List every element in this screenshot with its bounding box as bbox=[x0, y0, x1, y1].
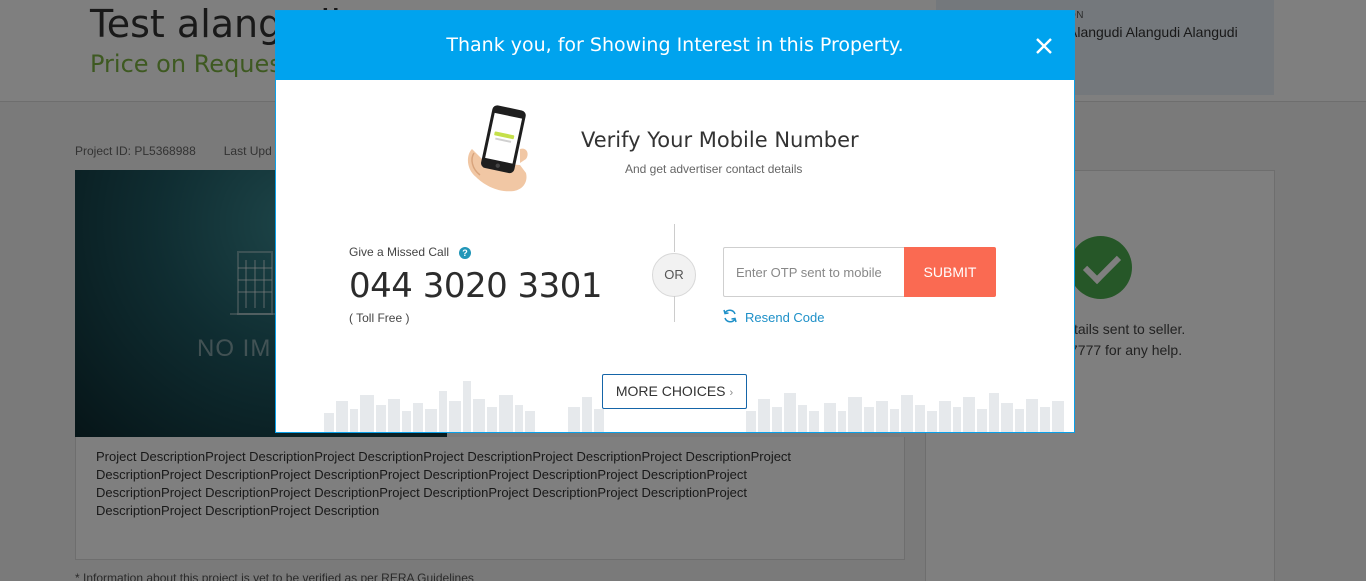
interest-modal: Thank you, for Showing Interest in this … bbox=[275, 10, 1075, 433]
modal-title: Thank you, for Showing Interest in this … bbox=[446, 34, 904, 56]
submit-button[interactable]: SUBMIT bbox=[904, 247, 996, 297]
or-separator: OR bbox=[652, 253, 696, 297]
help-icon[interactable]: ? bbox=[459, 247, 471, 259]
chevron-right-icon: › bbox=[729, 387, 734, 399]
verify-title: Verify Your Mobile Number bbox=[581, 128, 859, 152]
refresh-icon[interactable] bbox=[722, 308, 738, 324]
toll-free-label: ( Toll Free ) bbox=[349, 311, 410, 325]
close-button[interactable] bbox=[1034, 36, 1054, 56]
more-choices-button[interactable]: MORE CHOICES › bbox=[602, 374, 747, 409]
missed-call-label: Give a Missed Call bbox=[349, 245, 450, 259]
close-icon bbox=[1036, 38, 1052, 54]
divider bbox=[674, 224, 675, 252]
divider bbox=[674, 296, 675, 322]
more-choices-label: MORE CHOICES bbox=[615, 383, 726, 399]
resend-code-link[interactable]: Resend Code bbox=[745, 310, 825, 325]
phone-number[interactable]: 044 3020 3301 bbox=[349, 266, 603, 306]
modal-header: Thank you, for Showing Interest in this … bbox=[276, 11, 1074, 80]
phone-in-hand-icon bbox=[467, 105, 528, 192]
verify-subtitle: And get advertiser contact details bbox=[625, 162, 803, 176]
otp-input[interactable] bbox=[723, 247, 904, 297]
